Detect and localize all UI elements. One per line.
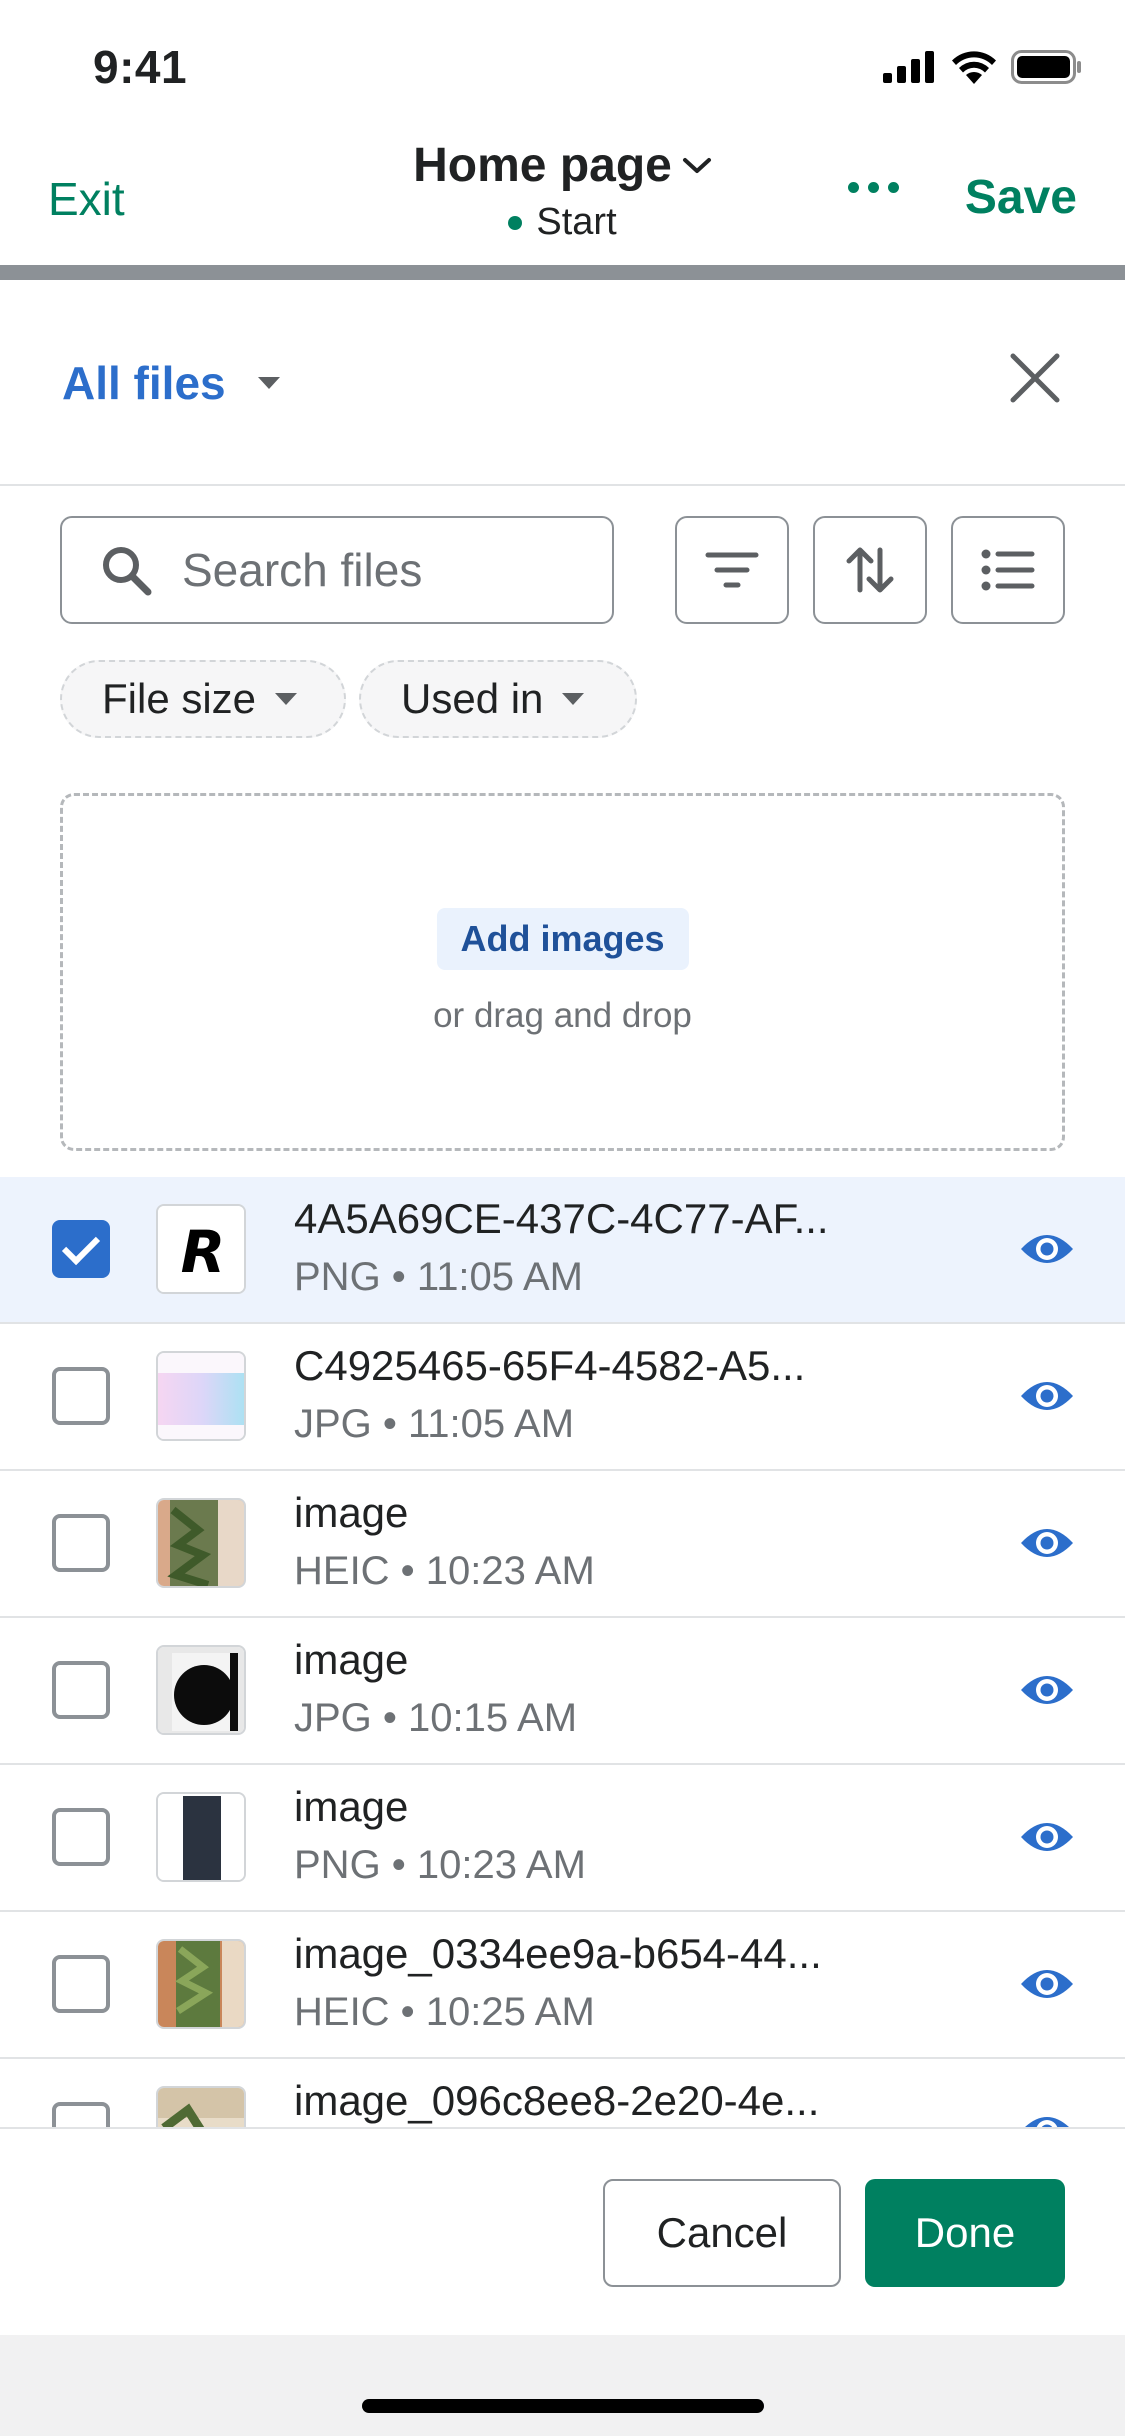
all-files-dropdown[interactable]: All files [62, 356, 282, 410]
file-checkbox[interactable] [52, 1808, 110, 1866]
file-thumbnail [156, 1939, 246, 2029]
preview-button[interactable] [1018, 2109, 1076, 2127]
file-meta: HEIC • 10:25 AM [294, 1990, 595, 2034]
caret-down-icon [275, 693, 298, 705]
close-button[interactable] [1007, 350, 1063, 406]
sort-button[interactable] [813, 516, 927, 624]
modal-footer: Cancel Done [0, 2127, 1125, 2335]
file-row[interactable]: image JPG • 10:15 AM [0, 1618, 1125, 1765]
file-list: R 4A5A69CE-437C-4C77-AF... PNG • 11:05 A… [0, 1177, 1125, 2127]
used-in-chip-label: Used in [401, 675, 544, 722]
file-thumbnail [156, 1645, 246, 1735]
wifi-icon [952, 51, 996, 84]
file-thumbnail: R [156, 1204, 246, 1294]
search-field[interactable] [60, 516, 614, 624]
search-icon [103, 547, 152, 596]
file-meta: JPG • 10:15 AM [294, 1696, 578, 1740]
file-row[interactable]: image PNG • 10:23 AM [0, 1765, 1125, 1912]
page-title: Home page [413, 139, 672, 192]
caret-down-icon [257, 377, 280, 389]
list-icon [981, 549, 1035, 591]
file-name: C4925465-65F4-4582-A5... [294, 1342, 806, 1389]
top-app-bar: Exit Home page Start Save [0, 132, 1125, 265]
status-text: Start [536, 201, 617, 243]
file-checkbox[interactable] [52, 1955, 110, 2013]
chevron-down-icon [682, 157, 711, 173]
file-thumbnail [156, 2086, 246, 2127]
file-name: image_096c8ee8-2e20-4e... [294, 2077, 820, 2124]
preview-button[interactable] [1018, 1521, 1076, 1567]
file-name: image [294, 1783, 409, 1830]
home-indicator-area [0, 2335, 1125, 2436]
status-dot [508, 215, 523, 230]
more-dot [888, 182, 899, 193]
page-title-group: Home page Start [0, 138, 1125, 244]
file-row[interactable]: image_0334ee9a-b654-44... HEIC • 10:25 A… [0, 1912, 1125, 2059]
file-row[interactable]: image HEIC • 10:23 AM [0, 1471, 1125, 1618]
add-images-button[interactable]: Add images [436, 908, 689, 970]
all-files-label: All files [62, 357, 226, 409]
file-checkbox[interactable] [52, 1367, 110, 1425]
filter-button[interactable] [675, 516, 789, 624]
list-view-button[interactable] [951, 516, 1065, 624]
save-button[interactable]: Save [965, 170, 1077, 225]
file-meta: JPG • 11:05 AM [294, 1402, 575, 1446]
status-time: 9:41 [93, 41, 188, 93]
file-name: 4A5A69CE-437C-4C77-AF... [294, 1195, 829, 1242]
status-bar: 9:41 [0, 0, 1125, 132]
sort-icon [846, 547, 894, 593]
preview-button[interactable] [1018, 1962, 1076, 2008]
battery-icon [1011, 50, 1081, 84]
eye-icon [1021, 1675, 1073, 1704]
more-dot [848, 182, 859, 193]
file-thumbnail [156, 1498, 246, 1588]
file-checkbox[interactable] [52, 2102, 110, 2127]
file-row[interactable]: R 4A5A69CE-437C-4C77-AF... PNG • 11:05 A… [0, 1177, 1125, 1324]
publish-status: Start [0, 201, 1125, 244]
file-name: image [294, 1489, 409, 1536]
modal-header: All files [0, 280, 1125, 486]
more-actions-button[interactable] [848, 182, 899, 193]
close-icon [1010, 353, 1060, 403]
file-checkbox[interactable] [52, 1220, 110, 1278]
search-input[interactable] [182, 543, 562, 597]
file-name: image [294, 1636, 409, 1683]
used-in-filter-chip[interactable]: Used in [359, 660, 637, 738]
eye-icon [1024, 2116, 1070, 2127]
file-name: image_0334ee9a-b654-44... [294, 1930, 822, 1977]
file-size-chip-label: File size [102, 675, 257, 722]
drag-drop-hint: or drag and drop [433, 996, 692, 1035]
status-icons [883, 50, 1083, 84]
file-row[interactable]: C4925465-65F4-4582-A5... JPG • 11:05 AM [0, 1324, 1125, 1471]
more-dot [868, 182, 879, 193]
filter-icon [705, 552, 759, 588]
file-meta: PNG • 11:05 AM [294, 1255, 583, 1299]
file-checkbox[interactable] [52, 1514, 110, 1572]
file-thumbnail [156, 1792, 246, 1882]
done-button[interactable]: Done [865, 2179, 1065, 2287]
eye-icon [1021, 1969, 1073, 1998]
preview-button[interactable] [1018, 1668, 1076, 1714]
backdrop-strip [0, 265, 1125, 280]
eye-icon [1021, 1528, 1073, 1557]
upload-dropzone[interactable]: Add images or drag and drop [60, 793, 1065, 1151]
file-thumbnail [156, 1351, 246, 1441]
preview-button[interactable] [1018, 1374, 1076, 1420]
eye-icon [1021, 1381, 1073, 1410]
cellular-signal-icon [883, 51, 934, 83]
eye-icon [1021, 1822, 1073, 1851]
preview-button[interactable] [1018, 1227, 1076, 1273]
file-row[interactable]: image_096c8ee8-2e20-4e... [0, 2059, 1125, 2127]
caret-down-icon [562, 693, 585, 705]
file-size-filter-chip[interactable]: File size [60, 660, 346, 738]
file-checkbox[interactable] [52, 1661, 110, 1719]
page-selector[interactable]: Home page [413, 138, 712, 193]
file-meta: HEIC • 10:23 AM [294, 1549, 595, 1593]
eye-icon [1021, 1234, 1073, 1263]
file-meta: PNG • 10:23 AM [294, 1843, 586, 1887]
home-indicator[interactable] [362, 2399, 764, 2413]
svg-text:R: R [181, 1218, 226, 1286]
preview-button[interactable] [1018, 1815, 1076, 1861]
cancel-button[interactable]: Cancel [603, 2179, 841, 2287]
